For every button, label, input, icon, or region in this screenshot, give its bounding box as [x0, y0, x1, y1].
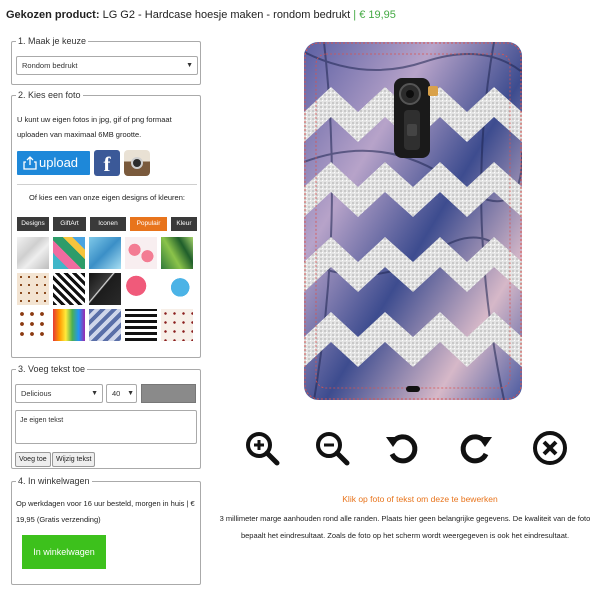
zoom-out-icon[interactable]: [314, 430, 350, 466]
step3-legend: 3. Voeg tekst toe: [16, 364, 88, 375]
design-thumb[interactable]: [161, 309, 193, 341]
tab-iconen[interactable]: Iconen: [90, 217, 126, 231]
chevron-down-icon: ▼: [91, 390, 98, 397]
print-info: 3 millimeter marge aanhouden rond alle r…: [219, 514, 591, 540]
design-tabs: Designs GiftArt Iconen Populair Kleur: [17, 217, 197, 231]
design-thumb[interactable]: [125, 309, 157, 341]
step1-legend: 1. Maak je keuze: [16, 36, 89, 47]
text-color-picker[interactable]: [141, 384, 196, 403]
tab-kleur[interactable]: Kleur: [171, 217, 197, 231]
upload-label: upload: [39, 155, 79, 170]
design-thumb[interactable]: [53, 237, 85, 269]
custom-text-input[interactable]: Je eigen tekst: [15, 410, 197, 444]
step2-panel: 2. Kies een foto U kunt uw eigen fotos i…: [11, 90, 201, 358]
phone-case-preview[interactable]: [304, 42, 522, 400]
design-thumb[interactable]: [17, 309, 49, 341]
design-thumb[interactable]: [161, 273, 193, 305]
design-thumb[interactable]: [89, 309, 121, 341]
delete-icon[interactable]: [532, 430, 568, 466]
divider: [17, 184, 197, 185]
upload-instructions: U kunt uw eigen fotos in jpg, gif of png…: [17, 115, 172, 139]
header-label: Gekozen product:: [6, 9, 100, 21]
step3-panel: 3. Voeg tekst toe Delicious ▼ 40 ▼ Je ei…: [11, 364, 201, 469]
step2-legend: 2. Kies een foto: [16, 90, 83, 101]
zoom-in-icon[interactable]: [244, 430, 280, 466]
step4-panel: 4. In winkelwagen Op werkdagen voor 16 u…: [11, 476, 201, 585]
design-thumb[interactable]: [53, 309, 85, 341]
print-type-select[interactable]: Rondom bedrukt ▼: [16, 56, 198, 75]
size-select[interactable]: 40 ▼: [106, 384, 137, 403]
upload-icon: [23, 156, 37, 170]
tab-giftart[interactable]: GiftArt: [53, 217, 86, 231]
design-thumb[interactable]: [17, 273, 49, 305]
facebook-icon[interactable]: f: [94, 150, 120, 176]
font-select[interactable]: Delicious ▼: [15, 384, 103, 403]
add-text-button[interactable]: Voeg toe: [15, 452, 51, 467]
product-header: Gekozen product: LG G2 - Hardcase hoesje…: [6, 9, 396, 21]
design-thumb[interactable]: [17, 237, 49, 269]
design-thumb[interactable]: [161, 237, 193, 269]
header-product: LG G2 - Hardcase hoesje maken - rondom b…: [102, 9, 351, 21]
size-value: 40: [112, 389, 121, 398]
edit-text-button[interactable]: Wijzig tekst: [52, 452, 96, 467]
step1-panel: 1. Maak je keuze Rondom bedrukt ▼: [11, 36, 201, 85]
rotate-right-icon[interactable]: [458, 430, 494, 466]
print-type-value: Rondom bedrukt: [22, 61, 78, 70]
step4-legend: 4. In winkelwagen: [16, 476, 92, 487]
edit-hint: Klik op foto of tekst om deze te bewerke…: [342, 494, 498, 504]
tab-designs[interactable]: Designs: [17, 217, 49, 231]
add-to-cart-button[interactable]: In winkelwagen: [22, 535, 106, 569]
design-thumb[interactable]: [125, 273, 157, 305]
header-separator: |: [353, 9, 357, 21]
font-value: Delicious: [21, 389, 52, 398]
delivery-info: Op werkdagen voor 16 uur besteld, morgen…: [16, 499, 195, 524]
design-thumb[interactable]: [89, 273, 121, 305]
tab-populair[interactable]: Populair: [130, 217, 167, 231]
chevron-down-icon: ▼: [186, 62, 193, 69]
upload-button[interactable]: upload: [17, 151, 90, 175]
design-thumb[interactable]: [89, 237, 121, 269]
instagram-icon[interactable]: [124, 150, 150, 176]
designs-intro: Of kies een van onze eigen designs of kl…: [29, 193, 185, 202]
chevron-down-icon: ▼: [127, 390, 134, 397]
header-price: € 19,95: [359, 9, 396, 21]
design-thumb[interactable]: [125, 237, 157, 269]
design-thumb[interactable]: [53, 273, 85, 305]
rotate-left-icon[interactable]: [384, 430, 420, 466]
